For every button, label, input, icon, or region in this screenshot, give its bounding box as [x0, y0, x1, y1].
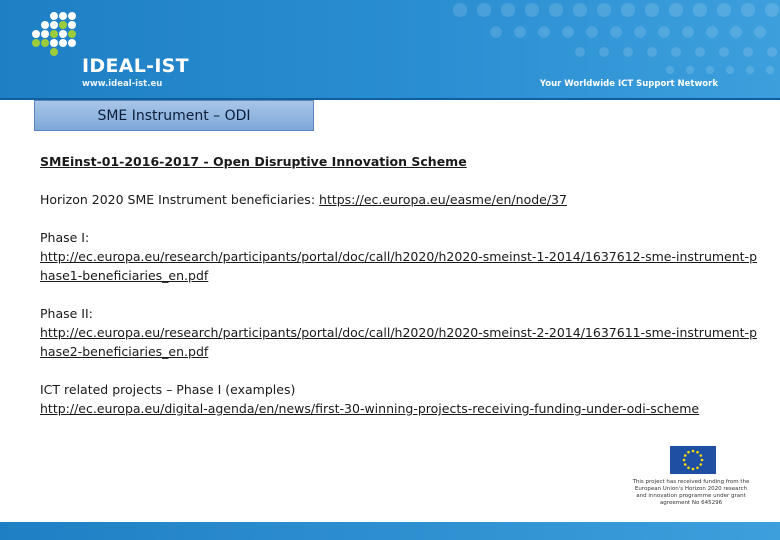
phase2-paragraph: Phase II: http://ec.europa.eu/research/p… — [40, 304, 760, 361]
beneficiaries-paragraph: Horizon 2020 SME Instrument beneficiarie… — [40, 190, 760, 209]
eu-flag-icon — [670, 446, 716, 474]
ideal-ist-logo-icon — [32, 12, 76, 56]
footer-bar — [0, 522, 780, 540]
scheme-heading-paragraph: SMEinst-01-2016-2017 - Open Disruptive I… — [40, 152, 760, 171]
scheme-heading-link[interactable]: SMEinst-01-2016-2017 - Open Disruptive I… — [40, 154, 467, 169]
phase1-paragraph: Phase I: http://ec.europa.eu/research/pa… — [40, 228, 760, 285]
content-area: SMEinst-01-2016-2017 - Open Disruptive I… — [40, 152, 760, 437]
ict-projects-label: ICT related projects – Phase I (examples… — [40, 382, 296, 397]
beneficiaries-link[interactable]: https://ec.europa.eu/easme/en/node/37 — [319, 192, 567, 207]
slide-title-box: SME Instrument – ODI — [34, 100, 314, 131]
phase1-label: Phase I: — [40, 230, 90, 245]
ict-projects-link[interactable]: http://ec.europa.eu/digital-agenda/en/ne… — [40, 401, 699, 416]
phase1-link[interactable]: http://ec.europa.eu/research/participant… — [40, 249, 757, 283]
header-banner: IDEAL-IST www.ideal-ist.eu Your Worldwid… — [0, 0, 780, 98]
logo-name: IDEAL-IST — [82, 55, 189, 77]
phase2-link[interactable]: http://ec.europa.eu/research/participant… — [40, 325, 757, 359]
phase2-label: Phase II: — [40, 306, 93, 321]
header-tagline: Your Worldwide ICT Support Network — [539, 79, 718, 89]
eu-funding-notice: This project has received funding from t… — [632, 479, 750, 506]
ict-projects-paragraph: ICT related projects – Phase I (examples… — [40, 380, 760, 418]
beneficiaries-label: Horizon 2020 SME Instrument beneficiarie… — [40, 192, 320, 207]
slide-title: SME Instrument – ODI — [97, 107, 251, 124]
logo-url: www.ideal-ist.eu — [82, 79, 163, 89]
